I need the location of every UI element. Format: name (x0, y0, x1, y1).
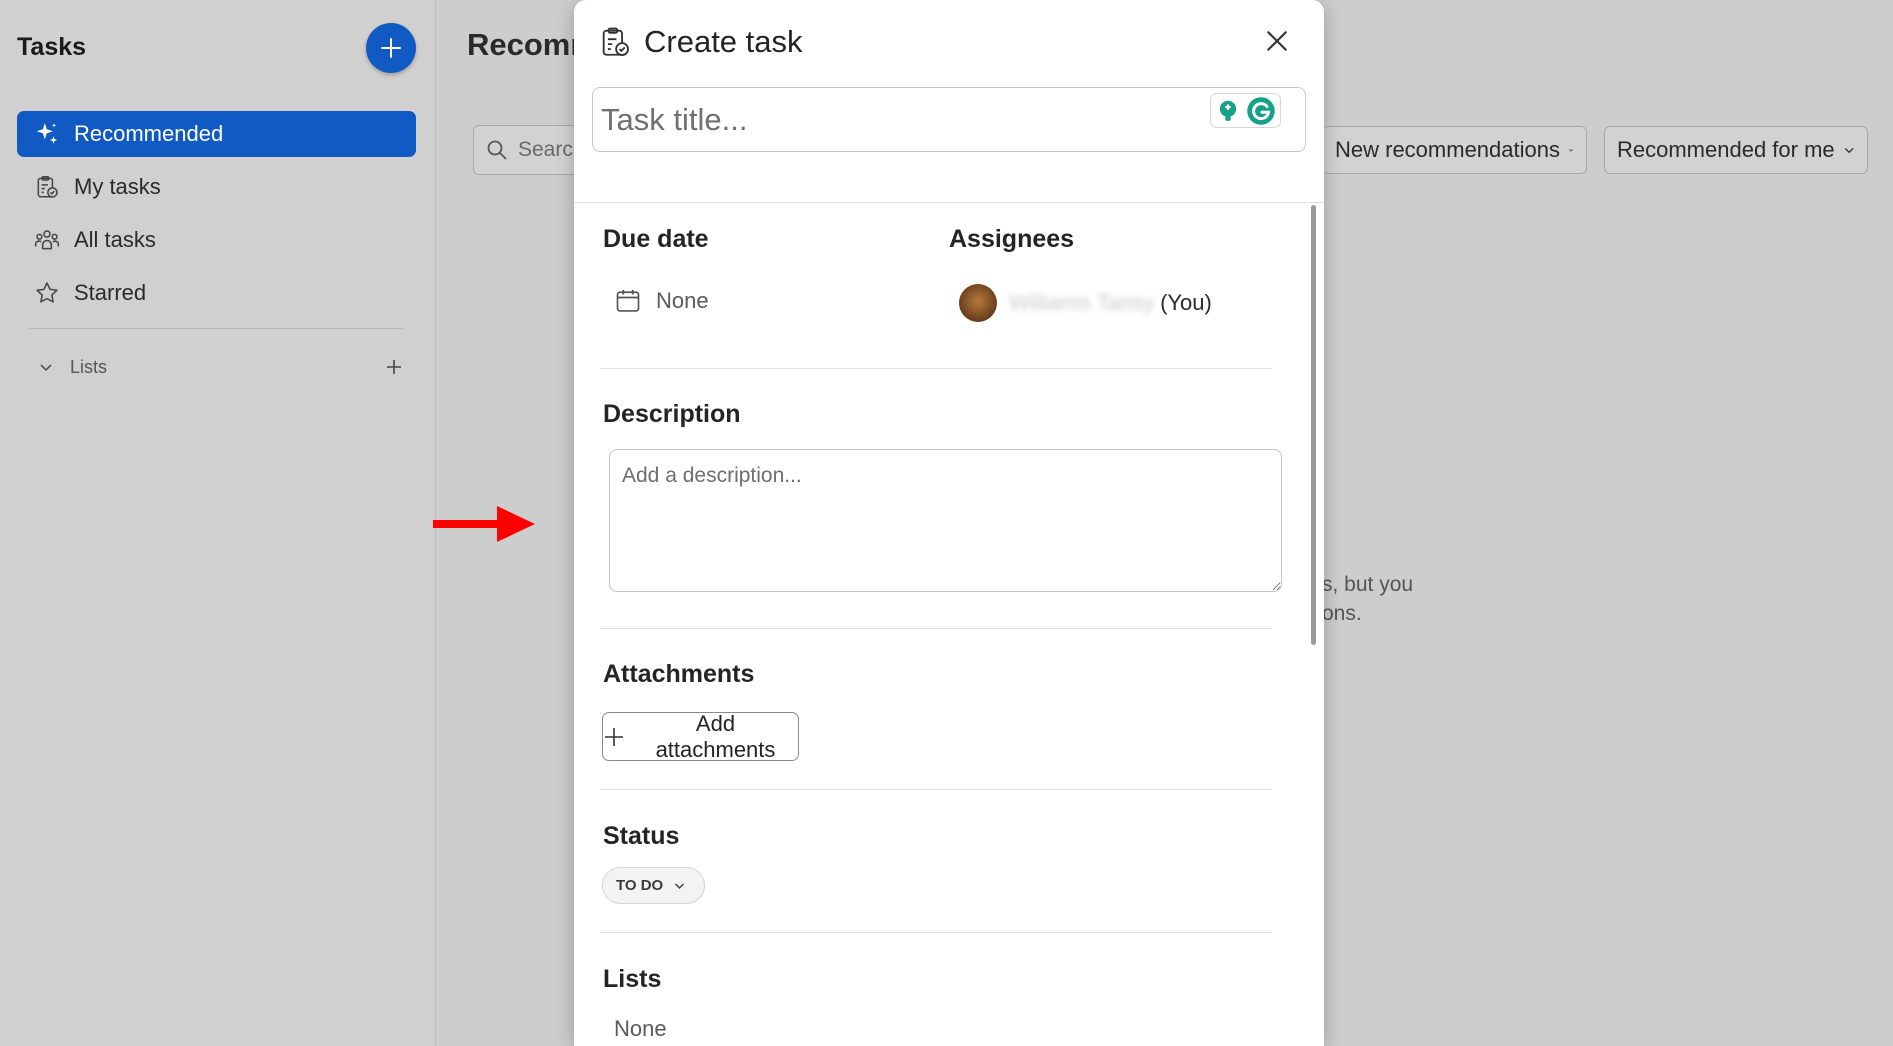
clipboard-check-icon (37, 175, 58, 198)
divider (600, 932, 1272, 933)
assignee-name: Williams Tansy (1009, 290, 1155, 315)
clipboard-check-icon (602, 27, 629, 56)
chevron-down-icon (1568, 149, 1574, 152)
people-icon (34, 230, 60, 250)
avatar (959, 284, 997, 322)
grammarly-icon (1247, 96, 1275, 125)
red-arrow-annotation (433, 506, 535, 542)
grammarly-widget[interactable] (1210, 93, 1281, 128)
search-placeholder: Searc (518, 138, 573, 161)
sidebar-item-all-tasks[interactable]: All tasks (17, 217, 416, 263)
divider (600, 789, 1272, 790)
new-task-button[interactable] (366, 23, 416, 73)
sidebar-item-my-tasks[interactable]: My tasks (17, 164, 416, 210)
sparkle-icon (36, 123, 58, 144)
due-date-picker[interactable]: None (614, 287, 709, 315)
lists-label: Lists (70, 356, 108, 377)
assignee-chip[interactable]: Williams Tansy (You) (959, 284, 1212, 322)
status-dropdown[interactable]: TO DO (602, 867, 706, 904)
empty-state-text: s, but you ons. (1322, 570, 1413, 628)
plus-icon (381, 38, 401, 58)
plus-icon (604, 727, 623, 746)
sidebar: Tasks Recommended My tasks All tasks Sta… (0, 0, 436, 1046)
chevron-down-icon (675, 883, 685, 889)
create-task-dialog: Create task Due date None Assignees Will… (574, 0, 1324, 1046)
sidebar-item-recommended[interactable]: Recommended (17, 111, 416, 157)
filter-label: Recommended for me (1617, 137, 1835, 162)
recommended-for-me-dropdown[interactable]: Recommended for me (1604, 126, 1868, 174)
due-date-label: Due date (603, 225, 709, 253)
due-date-value: None (656, 288, 709, 313)
dialog-title: Create task (644, 24, 803, 59)
dialog-header: Create task (598, 24, 803, 60)
lightbulb-icon (1219, 100, 1237, 121)
new-recommendations-dropdown[interactable]: New recommendations (1322, 126, 1587, 174)
filter-label: New recommendations (1335, 137, 1560, 162)
sidebar-title: Tasks (17, 33, 87, 61)
sidebar-item-label: All tasks (74, 227, 156, 252)
star-icon (36, 282, 58, 303)
dialog-scrollbar[interactable] (1311, 205, 1316, 645)
status-label: Status (603, 822, 680, 850)
sidebar-item-label: Starred (74, 280, 147, 305)
description-textarea[interactable] (609, 449, 1282, 592)
status-value: TO DO (616, 877, 664, 894)
sidebar-nav: Recommended My tasks All tasks Starred (17, 111, 416, 323)
sidebar-item-label: Recommended (74, 121, 224, 146)
divider (600, 368, 1272, 369)
search-icon (487, 140, 507, 160)
close-icon[interactable] (1264, 28, 1290, 54)
lists-section-toggle[interactable]: Lists (38, 350, 404, 384)
task-title-input[interactable] (592, 87, 1306, 152)
add-attachments-label: Add attachments (655, 710, 776, 762)
empty-text-line: s, but you (1322, 573, 1414, 596)
empty-text-line: ons. (1322, 602, 1362, 625)
chevron-down-icon (1844, 147, 1854, 154)
sidebar-item-label: My tasks (74, 174, 161, 199)
assignee-you-suffix: (You) (1160, 290, 1212, 315)
add-list-icon[interactable] (384, 357, 404, 377)
lists-value[interactable]: None (614, 1016, 667, 1042)
sidebar-item-starred[interactable]: Starred (17, 270, 416, 316)
calendar-icon (616, 289, 640, 312)
assignees-label: Assignees (949, 225, 1075, 253)
chevron-down-icon (40, 364, 52, 372)
add-attachments-button[interactable]: Add attachments (602, 710, 799, 762)
divider (574, 202, 1324, 203)
sidebar-divider (29, 328, 403, 329)
description-label: Description (603, 400, 741, 428)
divider (600, 628, 1272, 629)
lists-label: Lists (603, 965, 662, 993)
attachments-label: Attachments (603, 660, 755, 688)
